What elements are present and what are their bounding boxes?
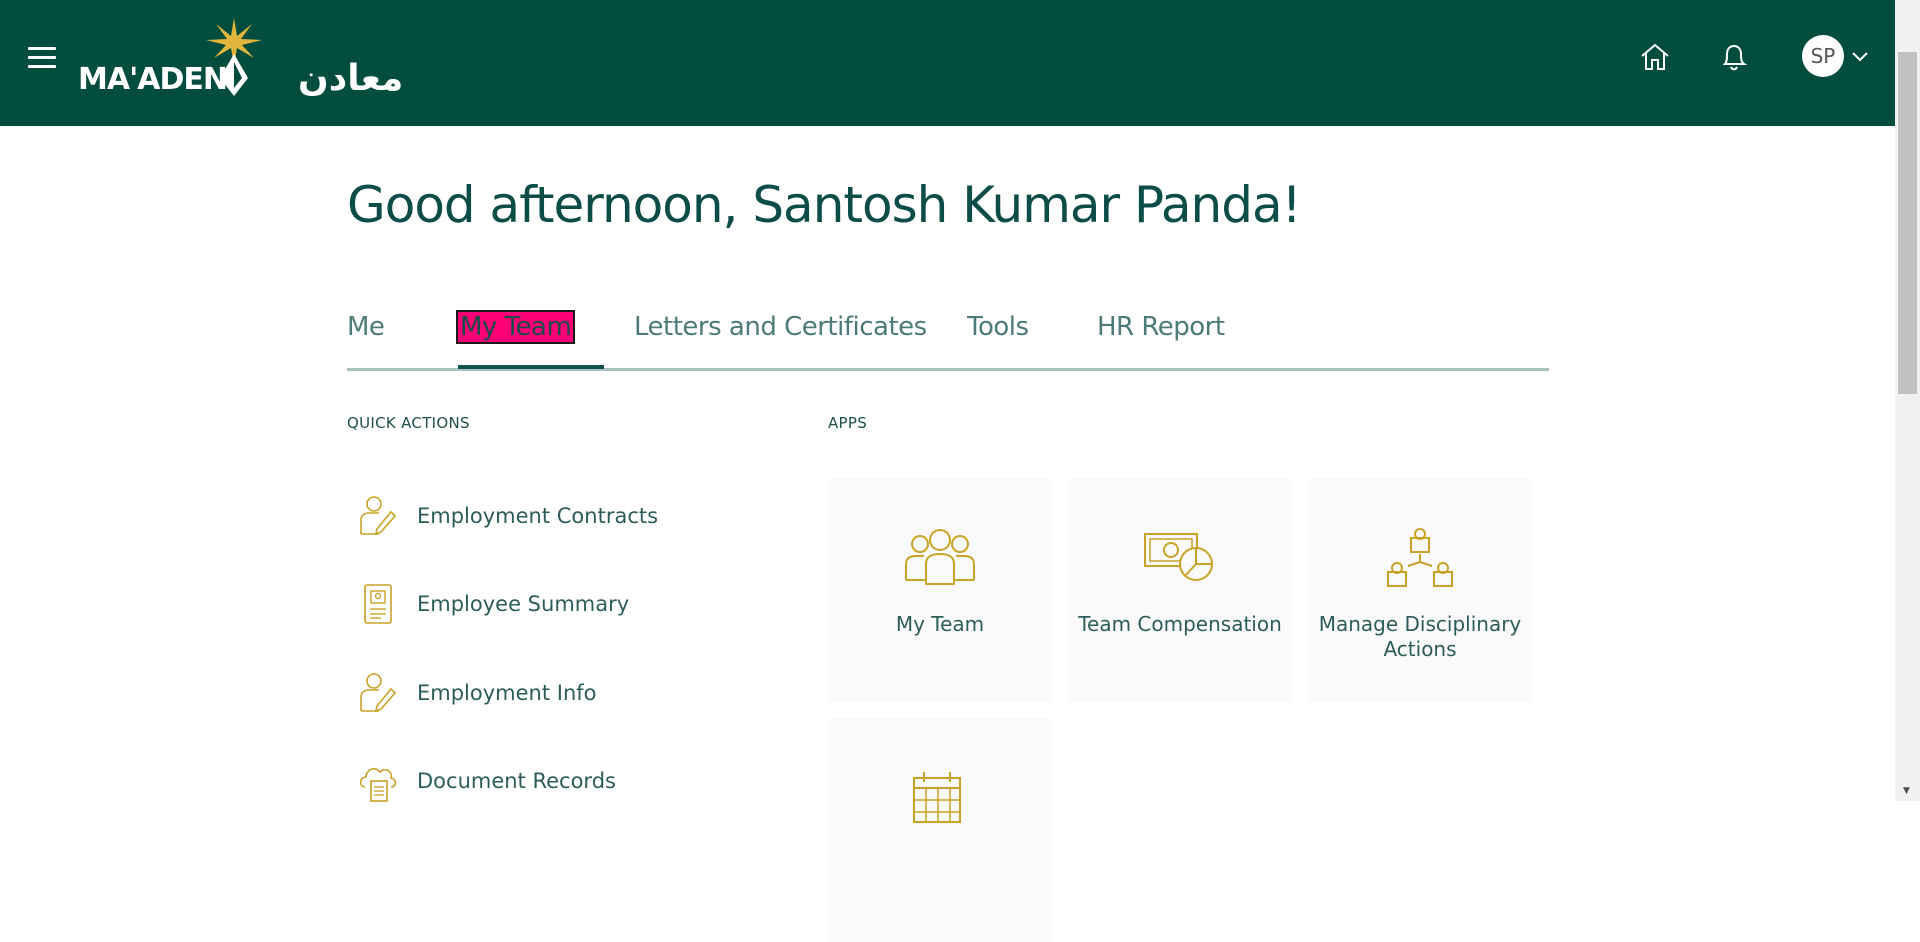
chevron-down-icon[interactable]	[1852, 52, 1868, 62]
app-tile-label: Manage Disciplinary Actions	[1318, 612, 1522, 661]
scroll-down-arrow-icon[interactable]: ▼	[1903, 786, 1910, 796]
tab-hr-report[interactable]: HR Report	[1097, 312, 1225, 342]
quick-action-employment-contracts[interactable]: Employment Contracts	[357, 494, 777, 544]
person-pencil-icon	[360, 496, 397, 536]
app-tile-manage-disciplinary-actions[interactable]: Manage Disciplinary Actions	[1308, 478, 1532, 702]
quick-action-document-records[interactable]: Document Records	[357, 759, 777, 809]
tab-letters-and-certificates[interactable]: Letters and Certificates	[634, 312, 927, 342]
app-tile-label: Team Compensation	[1078, 612, 1282, 636]
top-header: MA'ADEN معادن SP	[0, 0, 1895, 126]
hamburger-menu-icon[interactable]	[28, 47, 56, 69]
quick-action-label: Document Records	[417, 769, 616, 793]
greeting-title: Good afternoon, Santosh Kumar Panda!	[347, 176, 1302, 234]
quick-action-employment-info[interactable]: Employment Info	[357, 671, 777, 721]
logo-arabic-text: معادن	[298, 58, 404, 99]
money-chart-icon	[1144, 533, 1213, 581]
app-tile-team-compensation[interactable]: Team Compensation	[1068, 478, 1292, 702]
person-pencil-icon	[360, 673, 397, 713]
tab-me[interactable]: Me	[347, 312, 385, 342]
maaden-logo[interactable]: MA'ADEN معادن	[78, 18, 403, 102]
quick-action-label: Employee Summary	[417, 592, 630, 616]
quick-action-label: Employment Info	[417, 681, 597, 705]
tab-tools[interactable]: Tools	[967, 312, 1029, 342]
calendar-icon	[913, 772, 961, 823]
logo-text: MA'ADEN	[78, 62, 228, 97]
active-tab-indicator	[458, 365, 604, 369]
team-icon	[905, 529, 975, 585]
app-tile-calendar[interactable]	[828, 718, 1052, 942]
quick-actions-heading: QUICK ACTIONS	[347, 414, 470, 432]
scrollbar-thumb[interactable]	[1898, 52, 1917, 394]
quick-action-label: Employment Contracts	[417, 504, 659, 528]
page-scrollbar[interactable]: ▼	[1895, 0, 1920, 801]
home-icon[interactable]	[1638, 40, 1672, 74]
app-tile-my-team[interactable]: My Team	[828, 478, 1052, 702]
cloud-document-icon	[359, 768, 397, 802]
apps-heading: APPS	[828, 414, 868, 432]
org-hierarchy-icon	[1387, 528, 1453, 587]
tab-bar: Me My Team Letters and Certificates Tool…	[347, 300, 1549, 371]
tab-my-team[interactable]: My Team	[455, 310, 576, 344]
id-badge-icon	[364, 584, 392, 624]
app-tile-label: My Team	[895, 612, 985, 636]
user-avatar[interactable]: SP	[1802, 35, 1844, 77]
bell-icon[interactable]	[1717, 40, 1751, 74]
quick-action-employee-summary[interactable]: Employee Summary	[357, 582, 777, 632]
